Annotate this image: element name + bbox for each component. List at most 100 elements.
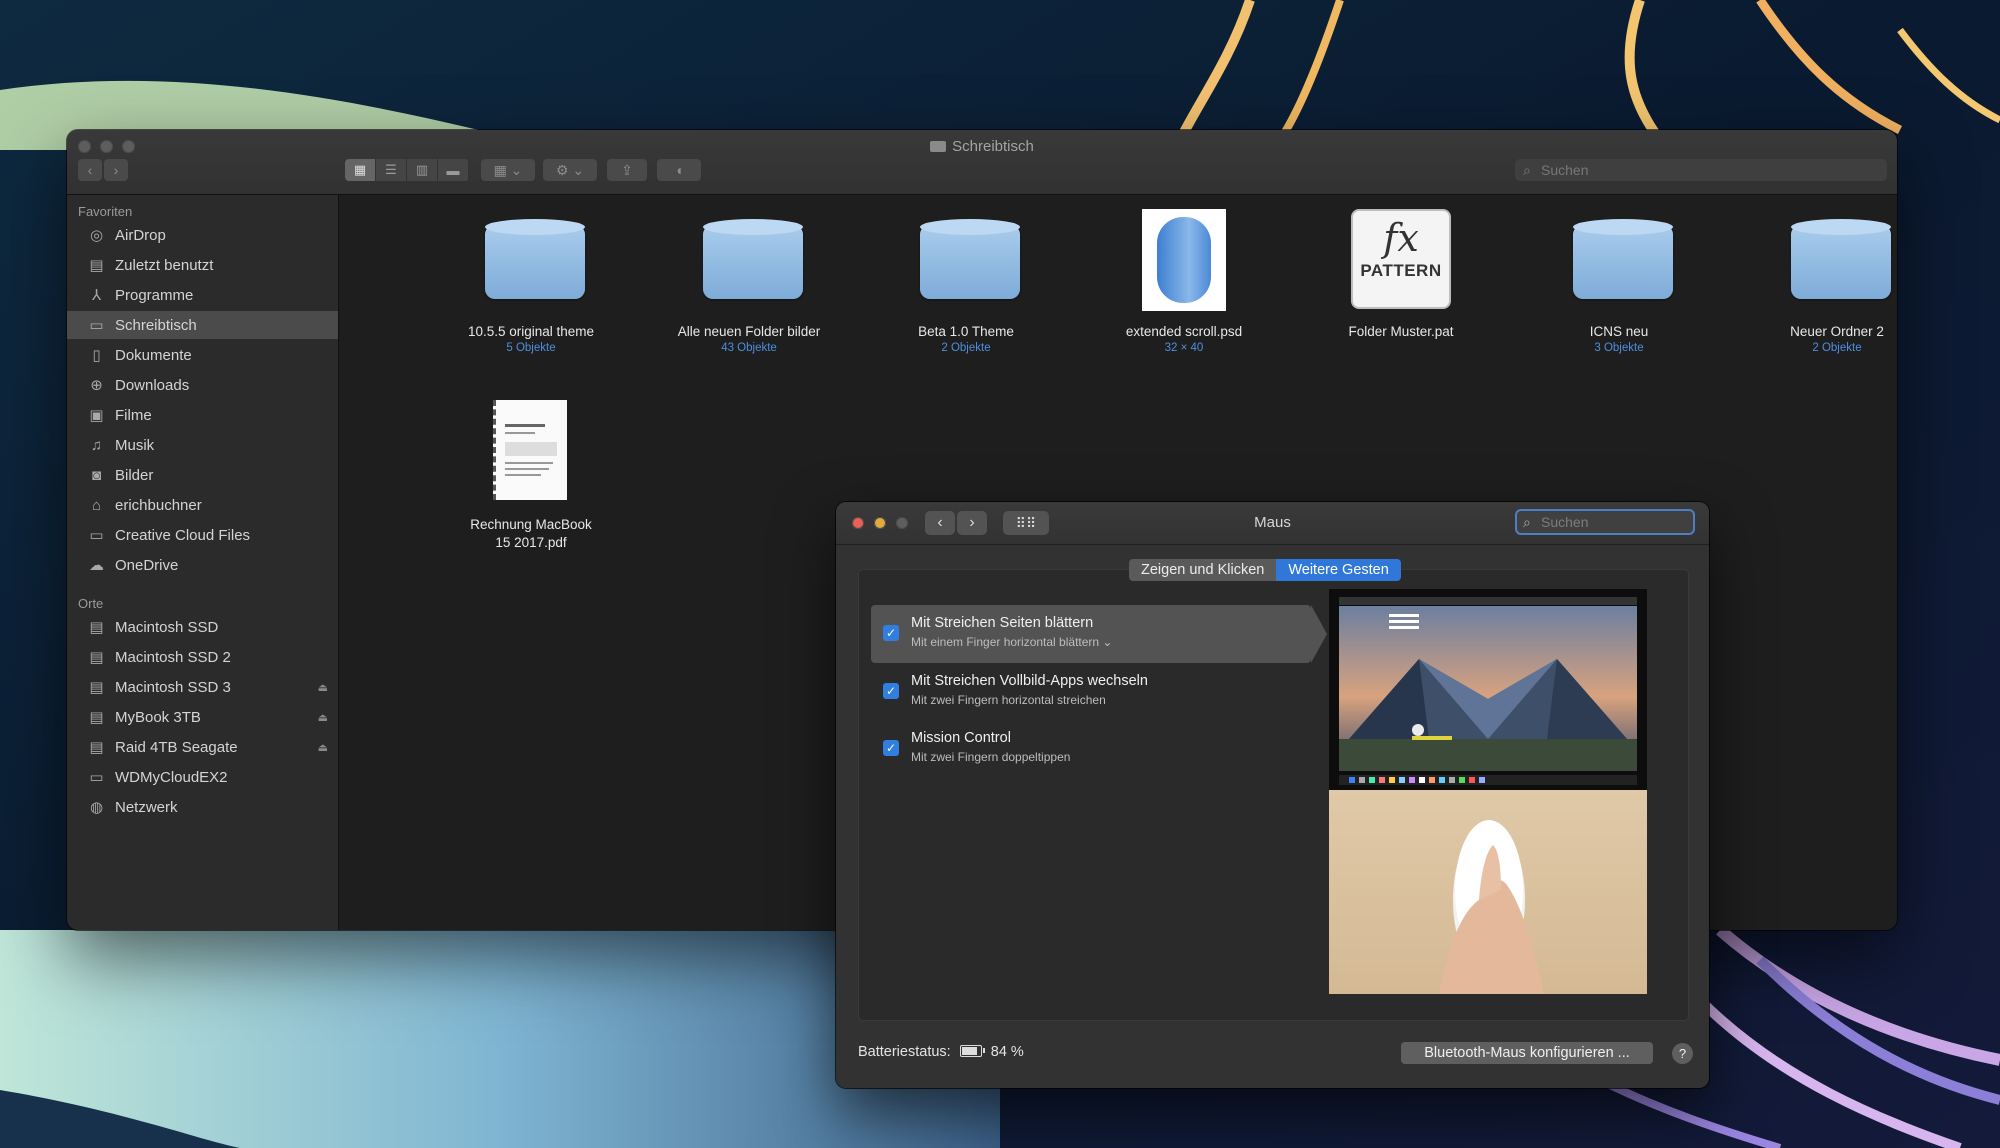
view-mode-control: ▦ ☰ ▥ ▬ <box>345 159 469 181</box>
pattern-badge-text: PATTERN <box>1360 261 1442 280</box>
music-icon: ♫ <box>90 436 103 454</box>
psd-thumbnail-icon <box>1134 207 1234 311</box>
sidebar-item-applications[interactable]: ⅄ Programme <box>67 281 338 309</box>
prefs-tab-bar: Zeigen und Klicken Weitere Gesten <box>1129 559 1401 581</box>
file-name: extended scroll.psd <box>1125 324 1243 339</box>
gear-icon: ⚙ ⌄ <box>555 161 585 178</box>
museum-website-illustration <box>1329 589 1647 790</box>
sidebar-item-movies[interactable]: ▣ Filme <box>67 401 338 429</box>
file-name: Neuer Ordner 2 <box>1790 324 1884 339</box>
battery-icon <box>959 1045 985 1057</box>
grid-icon: ▦ ⌄ <box>493 161 523 178</box>
sidebar-item-macintosh-ssd-2[interactable]: ▤ Macintosh SSD 2 <box>67 643 338 671</box>
file-info: 2 Objekte <box>941 342 991 354</box>
forward-button[interactable]: › <box>104 159 128 181</box>
sidebar-item-recents[interactable]: ▤ Zuletzt benutzt <box>67 251 338 279</box>
sidebar-item-onedrive[interactable]: ☁ OneDrive <box>67 551 338 579</box>
sidebar-item-label: Raid 4TB Seagate <box>115 738 238 756</box>
sidebar-item-label: Programme <box>115 286 194 304</box>
eject-icon[interactable]: ⏏ <box>318 741 328 754</box>
tag-icon: ◖ <box>674 162 684 178</box>
folder-icon <box>1569 207 1673 307</box>
column-view-button[interactable]: ▥ <box>407 159 438 181</box>
gallery-view-button[interactable]: ▬ <box>438 159 469 181</box>
gesture-option-dropdown[interactable]: Mit einem Finger horizontal blättern ⌄ <box>911 635 1112 649</box>
file-info: 2 Objekte <box>1812 342 1862 354</box>
group-button[interactable]: ▦ ⌄ <box>481 159 535 181</box>
back-button[interactable]: ‹ <box>78 159 102 181</box>
sidebar-header-favorites: Favoriten <box>78 204 133 219</box>
pictures-icon: ◙ <box>91 466 102 484</box>
folder-icon: ▭ <box>89 527 104 544</box>
sidebar-item-label: Downloads <box>115 376 190 394</box>
sidebar-item-wdmycloud[interactable]: ▭ WDMyCloudEX2 <box>67 763 338 791</box>
eject-icon[interactable]: ⏏ <box>318 681 328 694</box>
tag-button[interactable]: ◖ <box>657 159 701 181</box>
sidebar-item-creative-cloud[interactable]: ▭ Creative Cloud Files <box>67 521 338 549</box>
icon-view-button[interactable]: ▦ <box>345 159 376 181</box>
sidebar-item-desktop[interactable]: ▭ Schreibtisch <box>67 311 338 339</box>
sidebar-item-music[interactable]: ♫ Musik <box>67 431 338 459</box>
sidebar-item-label: Zuletzt benutzt <box>115 256 214 274</box>
sidebar-item-label: Schreibtisch <box>115 316 197 334</box>
drive-icon: ▤ <box>89 709 104 726</box>
sidebar-item-label: Filme <box>115 406 152 424</box>
pattern-file-icon: fx PATTERN <box>1351 207 1451 309</box>
search-icon: ⌕ <box>1523 514 1531 530</box>
configure-bluetooth-mouse-button[interactable]: Bluetooth-Maus konfigurieren ... <box>1401 1042 1653 1064</box>
sidebar-item-macintosh-ssd[interactable]: ▤ Macintosh SSD <box>67 613 338 641</box>
finder-sidebar: Favoriten ◎ AirDrop ▤ Zuletzt benutzt ⅄ Pro… <box>67 195 339 930</box>
sidebar-item-raid[interactable]: ▤ Raid 4TB Seagate ⏏ <box>67 733 338 761</box>
checkmark-icon: ✓ <box>885 741 897 755</box>
sidebar-item-label: Dokumente <box>115 346 192 364</box>
monitor-icon: ▭ <box>89 769 104 786</box>
sidebar-item-mybook[interactable]: ▤ MyBook 3TB ⏏ <box>67 703 338 731</box>
battery-value: 84 % <box>990 1044 1024 1060</box>
sidebar-item-network[interactable]: ◍ Netzwerk <box>67 793 338 821</box>
pattern-badge-fx: fx <box>1383 216 1419 260</box>
preview-desk <box>1329 790 1647 994</box>
gesture-row-swipe-fullscreen[interactable]: ✓ Mit Streichen Vollbild-Apps wechseln M… <box>871 663 1311 721</box>
gesture-description: Mit zwei Fingern doppeltippen <box>911 750 1071 764</box>
desktop-icon: ▭ <box>89 317 104 334</box>
checkbox-mission-control[interactable]: ✓ <box>883 740 899 756</box>
folder-icon <box>916 207 1020 307</box>
folder-icon <box>699 207 803 307</box>
window-title-text: Schreibtisch <box>952 138 1034 155</box>
share-icon: ⇪ <box>621 161 633 178</box>
gesture-row-swipe-pages[interactable]: ✓ Mit Streichen Seiten blättern Mit eine… <box>871 605 1327 663</box>
sidebar-item-home[interactable]: ⌂ erichbuchner <box>67 491 338 519</box>
help-button[interactable]: ? <box>1672 1043 1693 1064</box>
folder-icon <box>481 207 585 307</box>
tab-point-and-click[interactable]: Zeigen und Klicken <box>1129 559 1277 581</box>
sidebar-item-airdrop[interactable]: ◎ AirDrop <box>67 221 338 249</box>
checkbox-swipe-pages[interactable]: ✓ <box>883 625 899 641</box>
file-name: Rechnung MacBook 15 2017.pdf <box>470 517 592 550</box>
finder-search-field[interactable]: ⌕ Suchen <box>1515 159 1887 181</box>
cloud-icon: ☁ <box>89 557 104 574</box>
folder-icon <box>1787 207 1891 307</box>
recents-icon: ▤ <box>89 257 104 274</box>
prefs-toolbar: ‹ › ⠿⠿ Maus ⌕ Suchen <box>836 502 1709 545</box>
sidebar-item-label: Macintosh SSD <box>115 618 219 636</box>
file-name: Folder Muster.pat <box>1348 324 1454 339</box>
finder-toolbar: Schreibtisch ‹ › ▦ ☰ ▥ ▬ ▦ ⌄ ⚙ ⌄ ⇪ ◖ ⌕ S… <box>67 130 1897 195</box>
tab-more-gestures[interactable]: Weitere Gesten <box>1276 559 1401 581</box>
checkbox-swipe-fullscreen[interactable]: ✓ <box>883 683 899 699</box>
prefs-search-field[interactable]: ⌕ Suchen <box>1515 509 1695 535</box>
sidebar-item-downloads[interactable]: ⊕ Downloads <box>67 371 338 399</box>
drive-icon: ▤ <box>89 679 104 696</box>
drive-icon: ▤ <box>89 649 104 666</box>
sidebar-item-macintosh-ssd-3[interactable]: ▤ Macintosh SSD 3 ⏏ <box>67 673 338 701</box>
file-name: ICNS neu <box>1589 324 1649 339</box>
sidebar-item-documents[interactable]: ▯ Dokumente <box>67 341 338 369</box>
share-button[interactable]: ⇪ <box>607 159 647 181</box>
home-icon: ⌂ <box>91 496 102 514</box>
sidebar-item-pictures[interactable]: ◙ Bilder <box>67 461 338 489</box>
action-button[interactable]: ⚙ ⌄ <box>543 159 597 181</box>
file-info: 5 Objekte <box>506 342 556 354</box>
list-view-button[interactable]: ☰ <box>376 159 407 181</box>
eject-icon[interactable]: ⏏ <box>318 711 328 724</box>
gesture-row-mission-control[interactable]: ✓ Mission Control Mit zwei Fingern doppe… <box>871 720 1311 778</box>
file-name: 10.5.5 original theme <box>467 324 595 339</box>
